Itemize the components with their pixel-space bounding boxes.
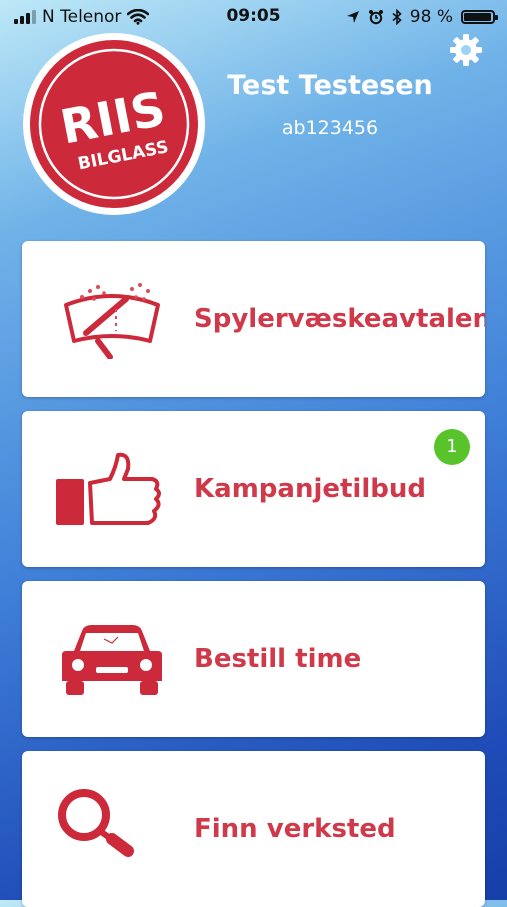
notification-badge: 1 [434,429,470,465]
menu-card-spylervaeskeavtalen[interactable]: Spylervæskeavtalen [22,241,485,397]
menu-label-spylervaeskeavtalen: Spylervæskeavtalen [194,304,485,334]
user-id: ab123456 [281,117,379,139]
battery-percent: 98 % [409,7,453,27]
status-bar: N Telenor 09:05 98 % [0,0,507,34]
user-name: Test Testesen [227,70,433,101]
battery-fill [464,13,492,21]
car-icon [62,625,162,695]
settings-gear-icon[interactable] [448,32,484,68]
status-right: 98 % [346,7,498,27]
alarm-clock-icon [368,10,383,25]
battery-icon [461,10,498,24]
magnifier-icon [58,789,134,857]
thumbs-up-icon [56,452,161,525]
menu-card-finn-verksted[interactable]: Finn verksted [22,751,485,907]
location-arrow-icon [346,11,359,23]
riis-bilglass-logo: RIIS BILGLASS [23,33,205,215]
windshield-washer-icon [64,283,160,359]
menu-label-bestill-time: Bestill time [194,644,362,674]
menu-label-kampanjetilbud: Kampanjetilbud [194,474,426,504]
menu-card-kampanjetilbud[interactable]: Kampanjetilbud 1 [22,411,485,567]
menu-card-bestill-time[interactable]: Bestill time [22,581,485,737]
bluetooth-icon [392,9,402,25]
menu-label-finn-verksted: Finn verksted [194,814,396,844]
